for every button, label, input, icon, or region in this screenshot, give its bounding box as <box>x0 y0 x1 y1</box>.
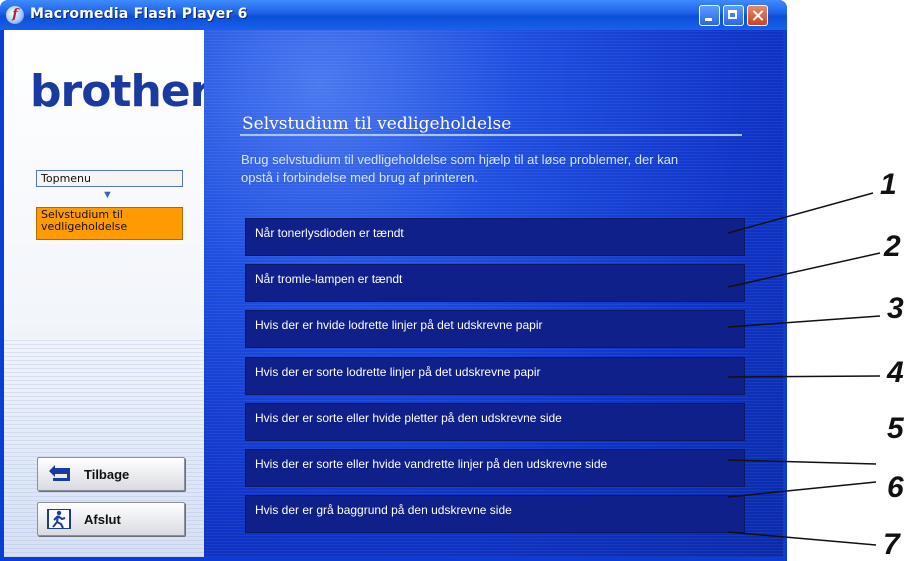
minimize-button[interactable] <box>699 5 720 26</box>
maintenance-topic-2[interactable]: Når tromle-lampen er tændt <box>245 264 745 302</box>
flash-player-window: f Macromedia Flash Player 6 brother Topm… <box>0 0 787 561</box>
nav-topmenu[interactable]: Topmenu <box>36 170 183 187</box>
intro-text: Brug selvstudium til vedligeholdelse som… <box>241 152 679 185</box>
back-button[interactable]: Tilbage <box>37 457 185 491</box>
callout-number-2: 2 <box>884 230 901 263</box>
nav-current-page: Selvstudium til vedligeholdelse <box>36 207 183 240</box>
sidebar: brother Topmenu ▼ Selvstudium til vedlig… <box>4 30 211 557</box>
page-title: Selvstudium til vedligeholdelse <box>242 114 512 134</box>
title-divider <box>240 134 742 136</box>
exit-button-label: Afslut <box>84 512 121 527</box>
callout-number-5: 5 <box>887 412 904 445</box>
callout-number-7: 7 <box>883 528 900 561</box>
back-button-label: Tilbage <box>84 467 130 482</box>
maintenance-topic-3[interactable]: Hvis der er hvide lodrette linjer på det… <box>245 310 745 348</box>
close-button[interactable] <box>747 5 768 26</box>
callout-number-1: 1 <box>880 168 897 201</box>
maintenance-topic-5[interactable]: Hvis der er sorte eller hvide pletter på… <box>245 403 745 441</box>
maintenance-topic-4[interactable]: Hvis der er sorte lodrette linjer på det… <box>245 357 745 395</box>
back-arrow-icon <box>49 465 70 481</box>
window-title: Macromedia Flash Player 6 <box>30 6 248 22</box>
maintenance-topic-1[interactable]: Når tonerlysdioden er tændt <box>245 218 745 256</box>
main-panel: Selvstudium til vedligeholdelse Brug sel… <box>204 30 783 557</box>
callout-number-6: 6 <box>887 471 904 504</box>
maintenance-topic-7[interactable]: Hvis der er grå baggrund på den udskrevn… <box>245 495 745 533</box>
callout-number-3: 3 <box>887 292 904 325</box>
title-bar[interactable]: f Macromedia Flash Player 6 <box>0 0 787 30</box>
exit-button[interactable]: Afslut <box>37 502 185 536</box>
maintenance-topic-6[interactable]: Hvis der er sorte eller hvide vandrette … <box>245 449 745 487</box>
nav-down-arrow-icon: ▼ <box>102 189 113 201</box>
callout-number-4: 4 <box>887 356 904 389</box>
flash-player-icon: f <box>6 6 24 24</box>
brother-logo: brother <box>30 66 211 117</box>
exit-door-icon <box>47 509 71 529</box>
maximize-button[interactable] <box>723 5 744 26</box>
